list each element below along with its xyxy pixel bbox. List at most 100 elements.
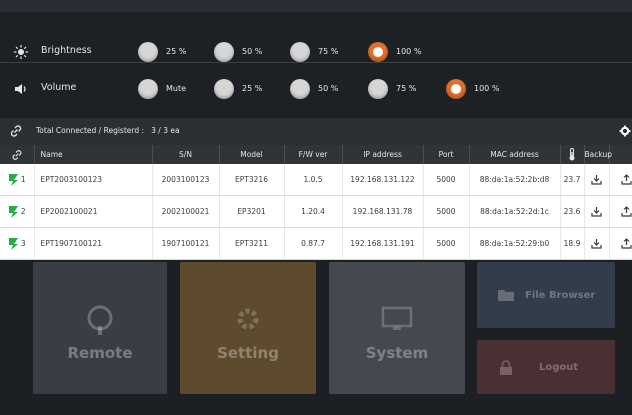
device-temp: 23.6: [559, 195, 584, 228]
upload-icon[interactable]: [621, 174, 632, 185]
connected-icon: [8, 237, 18, 250]
column-header-name[interactable]: Name: [33, 145, 152, 164]
file-browser-tile[interactable]: File Browser: [477, 262, 615, 328]
brightness-label: Brightness: [41, 45, 92, 56]
link-icon: [12, 149, 22, 160]
option-label: 50 %: [318, 84, 339, 93]
column-header-temp: [559, 145, 584, 164]
app-window: Remote Setting System File Browser Logou…: [0, 0, 632, 415]
option-label: 100 %: [474, 84, 500, 93]
row-number: 2: [20, 207, 26, 216]
device-temp: 23.7: [559, 164, 584, 196]
device-fw: 1.0.5: [283, 164, 342, 196]
device-port: 5000: [422, 227, 469, 260]
device-name: EP2002100021: [33, 195, 152, 228]
radio-button-selected[interactable]: [368, 42, 388, 62]
table-row[interactable]: 2 EP2002100021 2002100021 EP3201 1.20.4 …: [0, 195, 632, 228]
device-list-header: Total Connected / Registerd : 3 / 3 ea: [0, 118, 632, 145]
column-header-sn[interactable]: S/N: [151, 145, 219, 164]
speaker-icon: [15, 84, 26, 94]
volume-row: Volume Mute 25 % 50 % 75 % 100 %: [0, 71, 632, 107]
column-header-extra: [608, 145, 632, 164]
restore-cell: [608, 227, 632, 260]
option-label: 50 %: [242, 47, 263, 56]
monitor-icon: [381, 306, 413, 330]
logout-tile[interactable]: Logout: [477, 340, 615, 394]
radio-button[interactable]: [214, 42, 234, 62]
divider: [0, 62, 632, 63]
volume-label: Volume: [41, 82, 77, 93]
device-name: EPT1907100121: [33, 227, 152, 260]
radio-button[interactable]: [290, 79, 310, 99]
device-fw: 0.87.7: [283, 227, 342, 260]
column-header-backup[interactable]: Backup: [583, 145, 612, 164]
option-label: 25 %: [166, 47, 187, 56]
device-fw: 1.20.4: [283, 195, 342, 228]
device-model: EP3201: [218, 195, 284, 228]
lock-icon: [500, 360, 512, 375]
column-header-mac[interactable]: MAC address: [468, 145, 560, 164]
restore-cell: [608, 164, 632, 196]
column-header-ip[interactable]: IP address: [341, 145, 423, 164]
backup-cell: [583, 164, 609, 196]
sun-icon: [14, 45, 28, 59]
table-header-row: Name S/N Model F/W ver IP address Port M…: [0, 145, 632, 164]
upload-icon[interactable]: [621, 206, 632, 217]
setting-tile[interactable]: Setting: [180, 262, 316, 394]
gear-icon[interactable]: [619, 125, 631, 137]
connected-icon: [8, 173, 18, 186]
device-mac: 88:da:1a:52:2b:d8: [468, 164, 560, 196]
device-table: Name S/N Model F/W ver IP address Port M…: [0, 145, 632, 260]
device-name: EPT2003100123: [33, 164, 152, 196]
device-ip: 192.168.131.78: [341, 195, 423, 228]
brightness-row: Brightness 25 % 50 % 75 % 100 %: [0, 34, 632, 70]
thermometer-icon: [569, 148, 575, 161]
link-icon: [10, 125, 22, 137]
device-port: 5000: [422, 164, 469, 196]
connected-summary: Total Connected / Registerd : 3 / 3 ea: [36, 126, 180, 135]
remote-tile-label: Remote: [67, 344, 133, 362]
gear-icon: [237, 308, 259, 330]
row-link-cell: 3: [0, 227, 34, 260]
option-label: 25 %: [242, 84, 263, 93]
download-icon[interactable]: [591, 238, 602, 249]
column-header-fw[interactable]: F/W ver: [283, 145, 342, 164]
option-label: 75 %: [396, 84, 417, 93]
radio-button[interactable]: [138, 42, 158, 62]
row-number: 1: [20, 175, 26, 184]
device-list-panel: Total Connected / Registerd : 3 / 3 ea N…: [0, 118, 632, 261]
radio-button[interactable]: [368, 79, 388, 99]
folder-icon: [498, 290, 514, 301]
radio-button[interactable]: [138, 79, 158, 99]
radio-button[interactable]: [290, 42, 310, 62]
system-tile-label: System: [365, 344, 429, 362]
download-icon[interactable]: [591, 206, 602, 217]
table-row[interactable]: 3 EPT1907100121 1907100121 EPT3211 0.87.…: [0, 227, 632, 260]
device-temp: 18.9: [559, 227, 584, 260]
device-model: EPT3211: [218, 227, 284, 260]
column-header-model[interactable]: Model: [218, 145, 284, 164]
device-ip: 192.168.131.191: [341, 227, 423, 260]
radio-button-selected[interactable]: [446, 79, 466, 99]
backup-cell: [583, 195, 609, 228]
remote-tile[interactable]: Remote: [33, 262, 167, 394]
device-mac: 88:da:1a:52:29:b0: [468, 227, 560, 260]
option-label: 100 %: [396, 47, 422, 56]
radio-button[interactable]: [214, 79, 234, 99]
setting-tile-label: Setting: [217, 344, 279, 362]
upload-icon[interactable]: [621, 238, 632, 249]
device-sn: 2003100123: [151, 164, 219, 196]
table-row[interactable]: 1 EPT2003100123 2003100123 EPT3216 1.0.5…: [0, 164, 632, 196]
option-label: Mute: [166, 84, 187, 93]
control-panel: Brightness 25 % 50 % 75 % 100 % Volume M…: [0, 0, 632, 113]
device-model: EPT3216: [218, 164, 284, 196]
backup-cell: [583, 227, 609, 260]
row-link-cell: 1: [0, 164, 34, 196]
row-number: 3: [20, 239, 26, 248]
column-header-port[interactable]: Port: [422, 145, 469, 164]
download-icon[interactable]: [591, 174, 602, 185]
device-ip: 192.168.131.122: [341, 164, 423, 196]
file-browser-label: File Browser: [525, 290, 596, 301]
system-tile[interactable]: System: [329, 262, 465, 394]
device-sn: 1907100121: [151, 227, 219, 260]
